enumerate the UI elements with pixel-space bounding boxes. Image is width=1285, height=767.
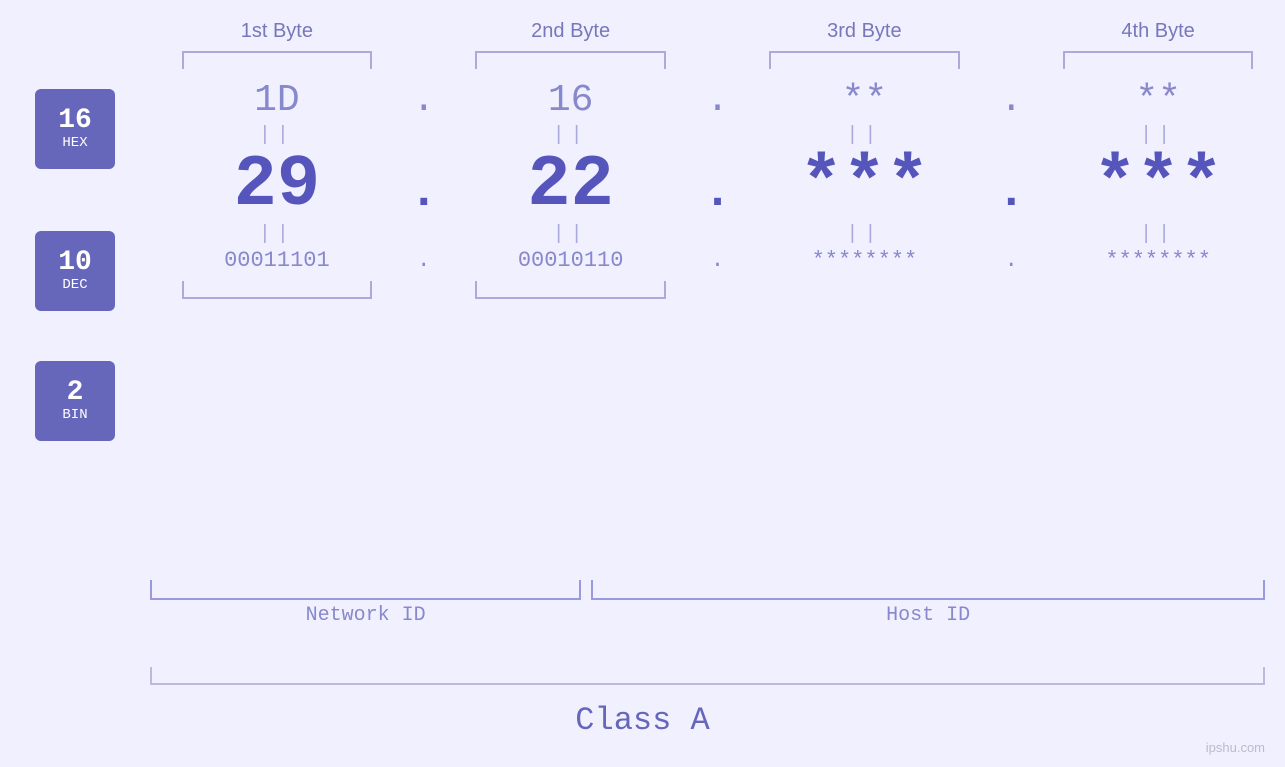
bin-sep-1: . [404,248,444,273]
badge-hex: 16 HEX [35,89,115,169]
badge-dec: 10 DEC [35,231,115,311]
hex-val-1: 1D [150,79,404,122]
bin-val-4: ******** [1031,248,1285,273]
main-body: 16 HEX 10 DEC 2 BIN 1D . 16 . ** . ** [0,79,1285,767]
dec-sep-1: . [404,151,444,220]
dec-val-2: 22 [444,149,698,221]
equals-6: || [444,223,698,246]
full-bracket-line [150,667,1265,685]
badges-column: 16 HEX 10 DEC 2 BIN [0,79,150,767]
watermark: ipshu.com [1206,740,1265,755]
hex-row: 1D . 16 . ** . ** [150,79,1285,122]
full-bracket [150,667,1265,685]
badge-hex-number: 16 [58,107,92,135]
hex-val-3: ** [738,79,992,122]
hex-val-4: ** [1031,79,1285,122]
hex-sep-2: . [698,79,738,122]
dec-row: 29 . 22 . *** . *** [150,149,1285,221]
equals-row-2: || || || || [150,221,1285,248]
page-container: 1st Byte 2nd Byte 3rd Byte 4th Byte [0,0,1285,767]
bin-sep-2: . [698,248,738,273]
hex-sep-3: . [991,79,1031,122]
bin-val-3: ******** [738,248,992,273]
byte-header-1: 1st Byte [150,20,404,43]
bin-row: 00011101 . 00010110 . ******** . *******… [150,248,1285,273]
badge-dec-label: DEC [62,277,87,293]
badge-hex-label: HEX [62,135,87,151]
badge-dec-number: 10 [58,249,92,277]
dec-val-3: *** [738,149,992,221]
bottom-bracket-spacer-4 [1063,281,1253,299]
nh-labels-line: Network ID Host ID [150,604,1285,627]
dec-sep-2: . [698,151,738,220]
bottom-bracket-2 [475,281,665,299]
top-brackets-row [150,51,1285,69]
bin-val-2: 00010110 [444,248,698,273]
equals-5: || [150,223,404,246]
bin-sep-3: . [991,248,1031,273]
top-bracket-1 [182,51,372,69]
top-bracket-3 [769,51,959,69]
dec-val-4: *** [1031,149,1285,221]
badge-bin: 2 BIN [35,361,115,441]
data-rows-column: 1D . 16 . ** . ** || || || || 29 [150,79,1285,767]
byte-header-2: 2nd Byte [444,20,698,43]
bin-val-1: 00011101 [150,248,404,273]
badge-bin-number: 2 [67,379,84,407]
top-bracket-4 [1063,51,1253,69]
host-id-bracket [591,580,1265,600]
grouped-brackets: Network ID Host ID [150,580,1285,627]
host-id-label: Host ID [591,604,1265,627]
bottom-bracket-spacer-3 [769,281,959,299]
hex-val-2: 16 [444,79,698,122]
bottom-brackets-section [150,281,1285,299]
byte-headers-row: 1st Byte 2nd Byte 3rd Byte 4th Byte [150,20,1285,43]
byte-header-4: 4th Byte [1031,20,1285,43]
byte-header-3: 3rd Byte [738,20,992,43]
badge-bin-label: BIN [62,407,87,423]
dec-val-1: 29 [150,149,404,221]
network-id-label: Network ID [150,604,581,627]
nh-brackets-line [150,580,1285,600]
hex-sep-1: . [404,79,444,122]
class-label: Class A [0,702,1285,739]
bottom-bracket-1 [182,281,372,299]
dec-sep-3: . [991,151,1031,220]
equals-8: || [1031,223,1285,246]
equals-7: || [738,223,992,246]
top-bracket-2 [475,51,665,69]
network-id-bracket [150,580,581,600]
